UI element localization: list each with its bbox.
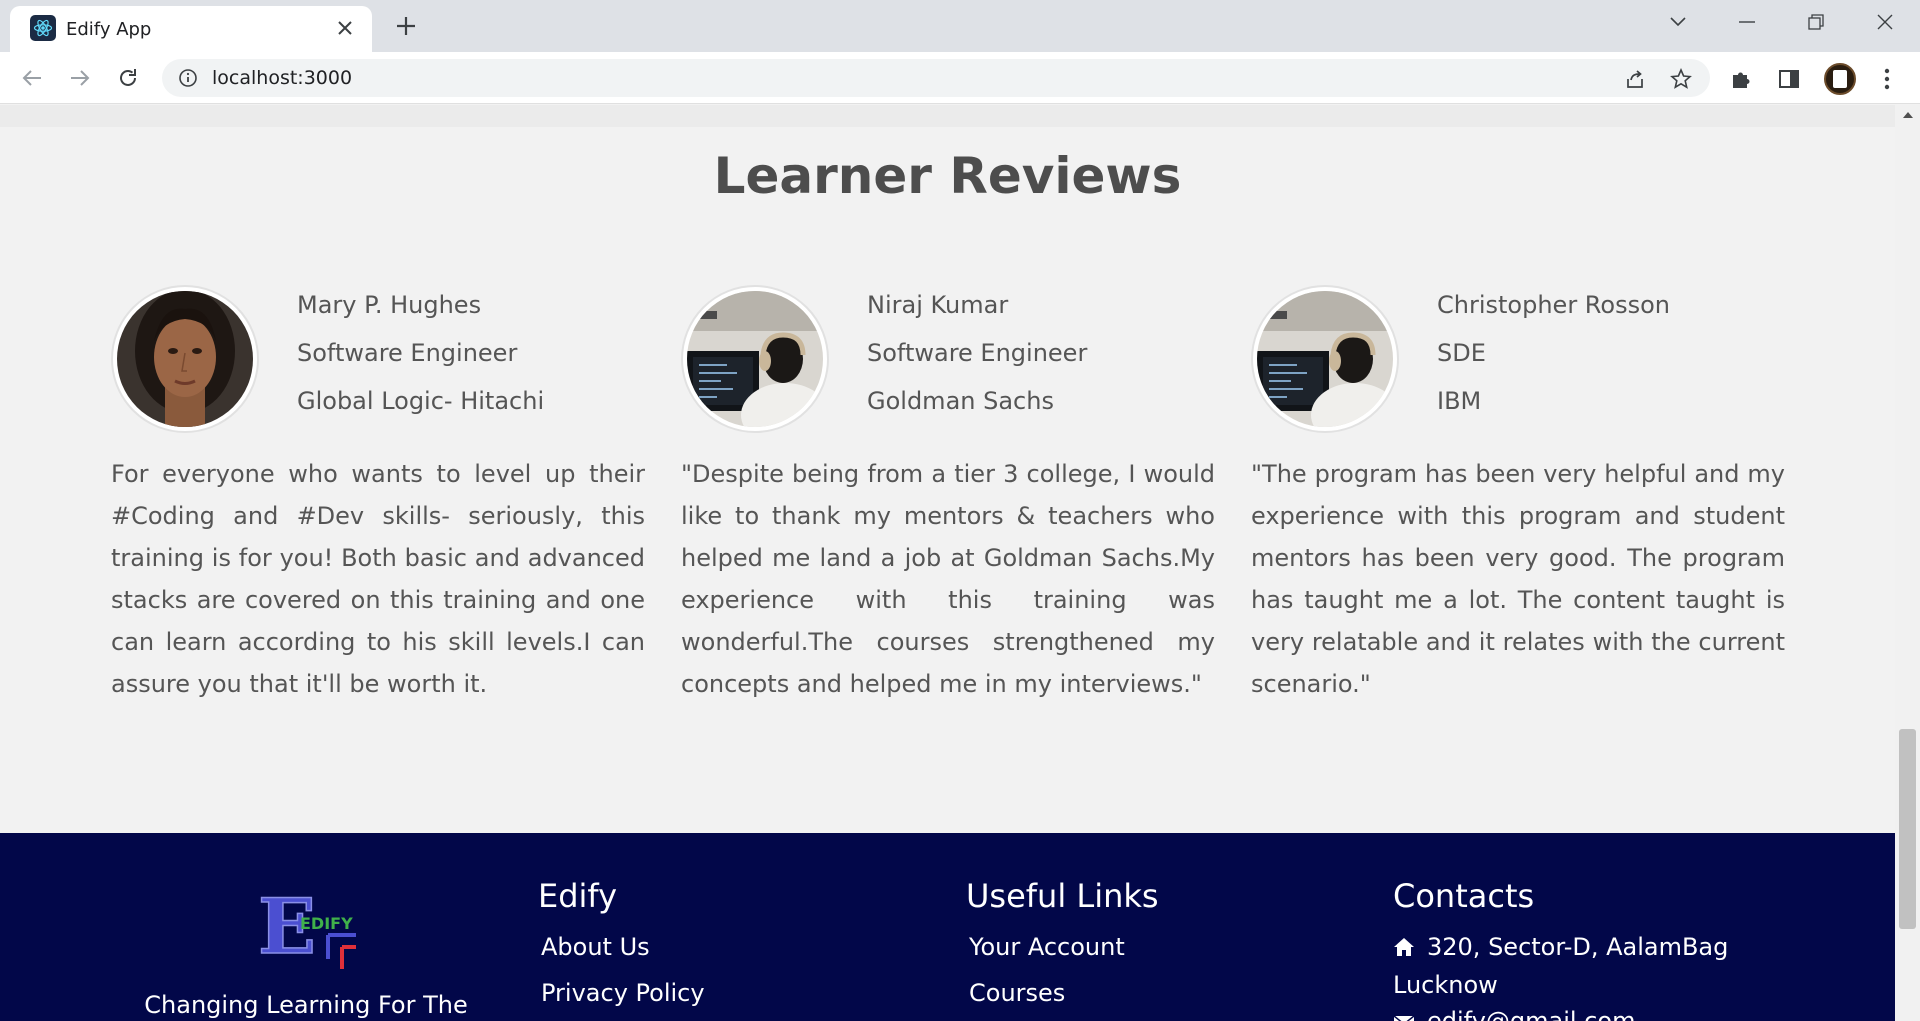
new-tab-button[interactable]: [390, 10, 422, 42]
reviewer-info: Niraj Kumar Software Engineer Goldman Sa…: [867, 285, 1087, 429]
side-panel-icon[interactable]: [1774, 64, 1804, 94]
footer-link-your-account[interactable]: Your Account: [969, 929, 1159, 975]
reviewer-avatar: [681, 285, 829, 433]
reviewer-avatar: [1251, 285, 1399, 433]
scrollbar-thumb[interactable]: [1899, 729, 1916, 929]
menu-kebab-icon[interactable]: [1872, 64, 1902, 94]
footer-heading: Edify: [538, 877, 618, 915]
tab-search-icon[interactable]: [1656, 4, 1700, 40]
footer-heading: Contacts: [1393, 877, 1535, 915]
reviewer-info: Christopher Rosson SDE IBM: [1437, 285, 1670, 429]
reload-icon[interactable]: [112, 62, 144, 94]
review-text: For everyone who wants to level up their…: [111, 460, 645, 698]
woman-portrait-image: [117, 291, 253, 427]
reviewer-avatar: [111, 285, 259, 433]
footer-link-privacy-policy[interactable]: Privacy Policy: [541, 975, 705, 1021]
review-text: "The program has been very helpful and m…: [1251, 460, 1785, 698]
page-scrollbar[interactable]: [1895, 105, 1920, 1021]
tab-title: Edify App: [66, 19, 152, 40]
footer-col-useful-links: Useful Links Your Account Courses: [966, 877, 1159, 1021]
section-divider: [0, 105, 1895, 127]
reviewer-company: IBM: [1437, 387, 1482, 415]
reviewer-name: Christopher Rosson: [1437, 291, 1670, 319]
restore-icon[interactable]: [1794, 4, 1838, 40]
footer-link-courses[interactable]: Courses: [969, 975, 1159, 1021]
site-info-icon[interactable]: [178, 68, 198, 88]
address-text: 320, Sector-D, AalamBag Lucknow: [1393, 933, 1729, 999]
reviewer-role: Software Engineer: [867, 339, 1088, 367]
footer-col-edify: Edify About Us Privacy Policy: [538, 877, 705, 1021]
profile-avatar[interactable]: [1824, 63, 1856, 95]
minimize-icon[interactable]: [1725, 4, 1769, 40]
footer-link-about-us[interactable]: About Us: [541, 929, 705, 975]
page-viewport: Learner Reviews Mary P. Hughes Software …: [0, 105, 1895, 1021]
reviewer-name: Niraj Kumar: [867, 291, 1009, 319]
footer-col-contacts: Contacts 320, Sector-D, AalamBag Lucknow…: [1393, 877, 1773, 1021]
browser-tab[interactable]: Edify App: [10, 6, 372, 52]
learner-reviews-section: Learner Reviews Mary P. Hughes Software …: [0, 105, 1895, 833]
share-icon[interactable]: [1622, 66, 1648, 92]
site-footer: E EDIFY Changing Learning For The Edify …: [0, 833, 1895, 1021]
edify-logo[interactable]: E EDIFY: [256, 881, 368, 972]
address-bar[interactable]: localhost:3000: [162, 59, 1710, 97]
person-at-computer-image: [1257, 291, 1393, 427]
reviewer-company: Global Logic- Hitachi: [297, 387, 545, 415]
home-icon: [1393, 931, 1417, 967]
envelope-icon: [1393, 1005, 1417, 1021]
reviewer-name: Mary P. Hughes: [297, 291, 482, 319]
forward-arrow-icon[interactable]: [64, 62, 96, 94]
extensions-puzzle-icon[interactable]: [1726, 64, 1756, 94]
browser-toolbar: localhost:3000: [0, 52, 1920, 104]
close-window-icon[interactable]: [1863, 4, 1907, 40]
reviewer-role: Software Engineer: [297, 339, 518, 367]
logo-text: EDIFY: [300, 914, 353, 933]
back-arrow-icon[interactable]: [16, 62, 48, 94]
bookmark-star-icon[interactable]: [1668, 66, 1694, 92]
react-logo-icon: [30, 15, 56, 41]
close-tab-icon[interactable]: [332, 15, 358, 41]
reviews-heading: Learner Reviews: [713, 147, 1182, 205]
browser-tab-strip: Edify App: [0, 0, 1920, 52]
footer-heading: Useful Links: [966, 877, 1159, 915]
reviewer-company: Goldman Sachs: [867, 387, 1054, 415]
email-text: edify@gmail.com: [1427, 1007, 1636, 1021]
url-text: localhost:3000: [212, 67, 353, 89]
reviewer-role: SDE: [1437, 339, 1486, 367]
review-text: "Despite being from a tier 3 college, I …: [681, 460, 1215, 698]
reviewer-info: Mary P. Hughes Software Engineer Global …: [297, 285, 544, 429]
person-at-computer-image: [687, 291, 823, 427]
footer-tagline: Changing Learning For The: [144, 991, 468, 1019]
footer-email[interactable]: edify@gmail.com: [1393, 1003, 1773, 1021]
scroll-up-arrow-icon[interactable]: [1895, 105, 1920, 125]
footer-address: 320, Sector-D, AalamBag Lucknow: [1393, 929, 1773, 1003]
